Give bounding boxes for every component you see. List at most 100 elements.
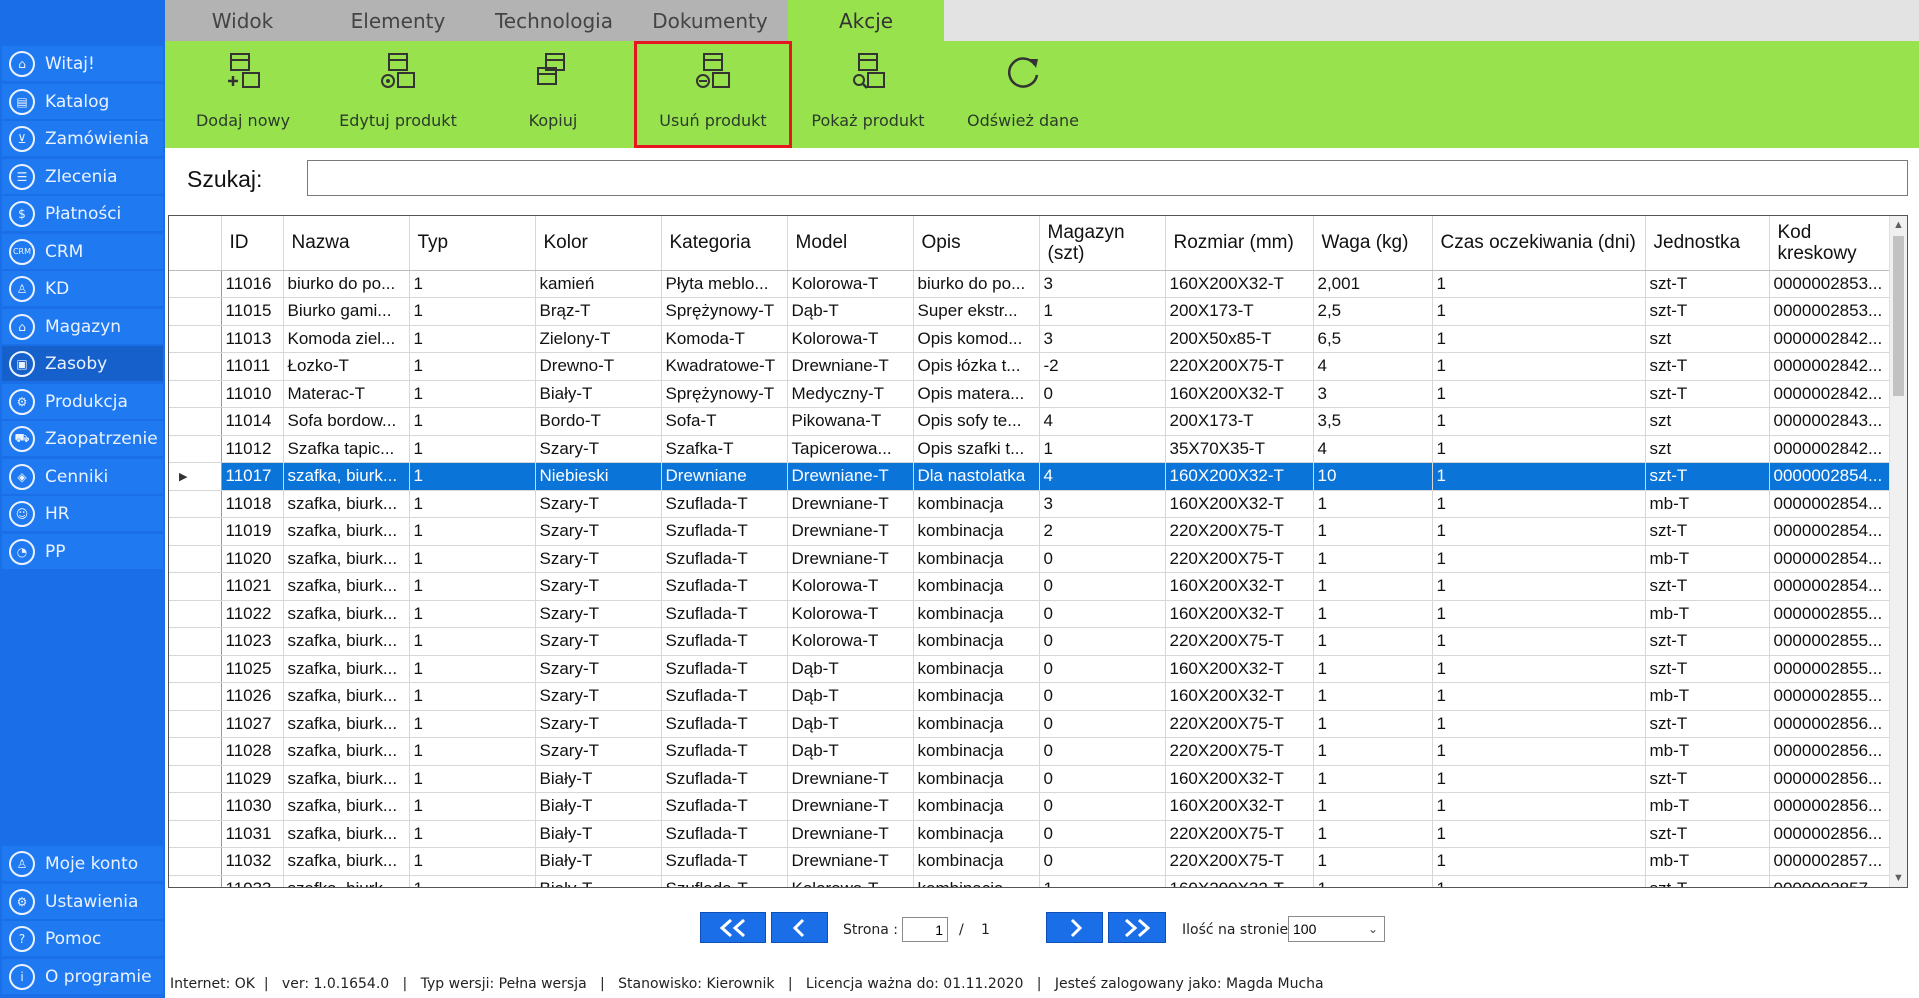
table-cell[interactable]: 1: [1432, 765, 1646, 793]
sidebar-item-katalog[interactable]: ▤ Katalog: [2, 84, 163, 119]
column-header[interactable]: Jednostka: [1645, 216, 1770, 271]
table-cell[interactable]: Drewniane-T: [787, 765, 914, 793]
table-cell[interactable]: Szary-T: [535, 490, 662, 518]
table-cell[interactable]: 11029: [221, 765, 284, 793]
table-cell[interactable]: 11014: [221, 407, 284, 436]
table-cell[interactable]: kombinacja: [913, 545, 1040, 573]
table-cell[interactable]: 1: [1313, 875, 1433, 887]
table-cell[interactable]: szafka, biurk...: [283, 490, 410, 518]
sidebar-item-cenniki[interactable]: ◈ Cenniki: [2, 459, 163, 494]
table-cell[interactable]: 200X173-T: [1165, 297, 1314, 326]
table-row[interactable]: 11014 Sofa bordow... 1 Bordo-T Sofa-T Pikowan…: [169, 407, 1895, 436]
table-cell[interactable]: 2: [1039, 517, 1166, 546]
table-cell[interactable]: Niebieski: [535, 462, 662, 491]
table-cell[interactable]: 0000002842...: [1769, 325, 1895, 353]
table-cell[interactable]: Szuflada-T: [661, 875, 788, 887]
table-cell[interactable]: 220X200X75-T: [1165, 627, 1314, 656]
table-cell[interactable]: 11023: [221, 627, 284, 656]
table-cell[interactable]: 11031: [221, 820, 284, 848]
table-cell[interactable]: szafka, biurk...: [283, 682, 410, 711]
table-cell[interactable]: Kolorowa-T: [787, 600, 914, 628]
table-cell[interactable]: 1: [409, 517, 536, 546]
table-cell[interactable]: Szuflada-T: [661, 517, 788, 546]
table-cell[interactable]: 1: [1432, 490, 1646, 518]
sidebar-item-o-programie[interactable]: i O programie: [2, 959, 163, 994]
sidebar-item-magazyn[interactable]: ⌂ Magazyn: [2, 309, 163, 344]
vertical-scrollbar[interactable]: ▲ ▼: [1889, 216, 1907, 887]
table-cell[interactable]: 0000002854...: [1769, 517, 1895, 546]
per-page-select[interactable]: 100 ⌄: [1288, 916, 1385, 942]
table-cell[interactable]: szafka, biurk...: [283, 572, 410, 601]
table-cell[interactable]: Drewno-T: [535, 352, 662, 381]
table-cell[interactable]: 1: [1432, 435, 1646, 463]
row-header[interactable]: [169, 792, 222, 821]
table-cell[interactable]: Pikowana-T: [787, 407, 914, 436]
table-cell[interactable]: Szary-T: [535, 682, 662, 711]
table-cell[interactable]: szt-T: [1645, 655, 1770, 683]
row-header[interactable]: [169, 380, 222, 408]
table-cell[interactable]: szt: [1645, 435, 1770, 463]
table-cell[interactable]: Szuflada-T: [661, 847, 788, 876]
table-cell[interactable]: kombinacja: [913, 627, 1040, 656]
column-header[interactable]: Magazyn (szt): [1039, 216, 1166, 271]
table-cell[interactable]: szafka, biurk...: [283, 792, 410, 821]
table-cell[interactable]: Biały-T: [535, 875, 662, 887]
table-cell[interactable]: Opis szafki t...: [913, 435, 1040, 463]
table-cell[interactable]: 0000002855...: [1769, 600, 1895, 628]
column-header[interactable]: Model: [787, 216, 914, 271]
table-cell[interactable]: 0000002856...: [1769, 792, 1895, 821]
table-cell[interactable]: mb-T: [1645, 545, 1770, 573]
table-row[interactable]: 11029 szafka, biurk... 1 Biały-T Szuflada-T D…: [169, 765, 1895, 793]
table-cell[interactable]: 2,5: [1313, 297, 1433, 326]
table-cell[interactable]: szafka, biurk...: [283, 875, 410, 887]
table-cell[interactable]: 0: [1039, 600, 1166, 628]
table-cell[interactable]: 1: [1313, 627, 1433, 656]
table-cell[interactable]: Płyta meblo...: [661, 270, 788, 298]
table-cell[interactable]: 160X200X32-T: [1165, 875, 1314, 887]
table-cell[interactable]: 3: [1039, 490, 1166, 518]
table-cell[interactable]: 1: [1313, 737, 1433, 766]
table-cell[interactable]: Szary-T: [535, 545, 662, 573]
table-cell[interactable]: szt-T: [1645, 270, 1770, 298]
row-header[interactable]: [169, 655, 222, 683]
table-cell[interactable]: 220X200X75-T: [1165, 847, 1314, 876]
table-cell[interactable]: Szuflada-T: [661, 682, 788, 711]
column-header[interactable]: ID: [221, 216, 284, 271]
table-cell[interactable]: 1: [1432, 572, 1646, 601]
table-cell[interactable]: 1: [409, 490, 536, 518]
column-header[interactable]: Kod kreskowy: [1769, 216, 1895, 271]
table-cell[interactable]: Kolorowa-T: [787, 270, 914, 298]
table-cell[interactable]: 1: [1313, 682, 1433, 711]
table-cell[interactable]: Szafka tapic...: [283, 435, 410, 463]
table-cell[interactable]: szafka, biurk...: [283, 600, 410, 628]
table-cell[interactable]: 0: [1039, 545, 1166, 573]
table-cell[interactable]: Dąb-T: [787, 655, 914, 683]
table-cell[interactable]: 4: [1313, 352, 1433, 381]
table-cell[interactable]: 1: [1039, 297, 1166, 326]
table-cell[interactable]: 1: [1039, 435, 1166, 463]
tab-dokumenty[interactable]: Dokumenty: [632, 0, 788, 41]
table-cell[interactable]: Dąb-T: [787, 682, 914, 711]
table-cell[interactable]: 1: [1432, 380, 1646, 408]
table-cell[interactable]: kombinacja: [913, 682, 1040, 711]
table-cell[interactable]: kombinacja: [913, 765, 1040, 793]
row-header[interactable]: [169, 572, 222, 601]
table-cell[interactable]: Szary-T: [535, 435, 662, 463]
table-cell[interactable]: Szuflada-T: [661, 545, 788, 573]
table-cell[interactable]: 1: [1313, 792, 1433, 821]
table-cell[interactable]: Dąb-T: [787, 737, 914, 766]
row-header[interactable]: [169, 600, 222, 628]
table-cell[interactable]: 200X50x85-T: [1165, 325, 1314, 353]
table-cell[interactable]: 11011: [221, 352, 284, 381]
table-cell[interactable]: 220X200X75-T: [1165, 517, 1314, 546]
table-cell[interactable]: 0000002842...: [1769, 352, 1895, 381]
table-cell[interactable]: 0000002854...: [1769, 572, 1895, 601]
table-cell[interactable]: Komoda-T: [661, 325, 788, 353]
current-row-indicator-icon[interactable]: ▶: [169, 462, 222, 491]
table-cell[interactable]: 160X200X32-T: [1165, 682, 1314, 711]
table-cell[interactable]: Bordo-T: [535, 407, 662, 436]
table-cell[interactable]: 0000002843...: [1769, 407, 1895, 436]
table-cell[interactable]: Drewniane-T: [787, 352, 914, 381]
table-cell[interactable]: Szuflada-T: [661, 792, 788, 821]
table-cell[interactable]: 220X200X75-T: [1165, 710, 1314, 738]
